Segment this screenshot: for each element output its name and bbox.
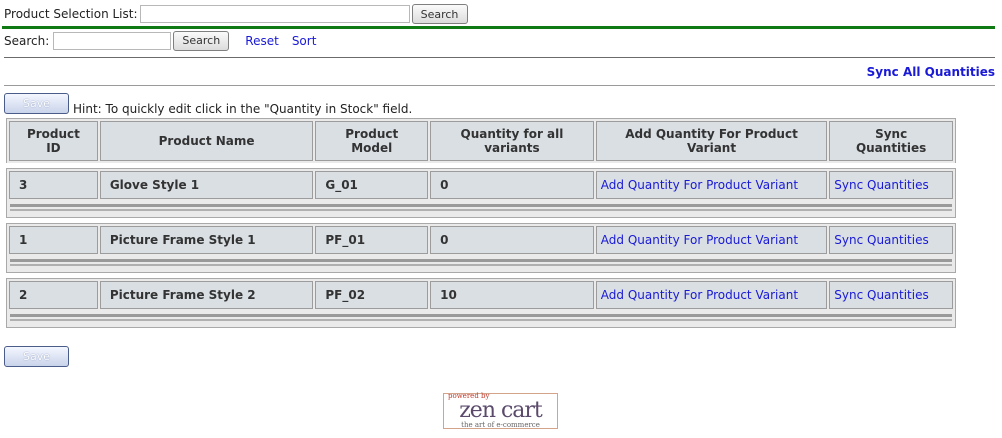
search-button[interactable]: Search <box>173 30 230 51</box>
add-quantity-link[interactable]: Add Quantity For Product Variant <box>601 233 798 247</box>
save-button-top[interactable]: Save <box>4 93 69 114</box>
table-header: Product ID Product Name Product Model Qu… <box>6 118 956 163</box>
quantity-cell[interactable]: 0 <box>430 171 594 199</box>
row-separator <box>8 310 954 326</box>
product-name-cell: Picture Frame Style 1 <box>99 226 314 254</box>
product-model-cell: G_01 <box>315 171 429 199</box>
product-selection-search-button[interactable]: Search <box>411 4 468 24</box>
add-quantity-cell: Add Quantity For Product Variant <box>595 171 828 199</box>
divider-line <box>4 57 995 58</box>
products-table: Product ID Product Name Product Model Qu… <box>6 118 956 328</box>
product-id-cell: 2 <box>9 281 98 309</box>
add-quantity-link[interactable]: Add Quantity For Product Variant <box>601 178 798 192</box>
sync-quantities-cell: Sync Quantities <box>829 171 953 199</box>
header-product-model: Product Model <box>315 121 429 161</box>
row-separator <box>8 200 954 216</box>
header-product-name: Product Name <box>99 121 314 161</box>
product-name-cell: Picture Frame Style 2 <box>99 281 314 309</box>
logo-tagline-text: the art of e-commerce <box>461 421 540 429</box>
product-name-cell: Glove Style 1 <box>99 171 314 199</box>
product-selection-label: Product Selection List: <box>4 7 138 21</box>
table-row: 2 Picture Frame Style 2 PF_02 10 Add Qua… <box>6 278 956 328</box>
product-model-cell: PF_01 <box>315 226 429 254</box>
search-input[interactable] <box>53 31 172 50</box>
quantity-cell[interactable]: 10 <box>430 281 594 309</box>
header-add-quantity: Add Quantity For Product Variant <box>595 121 828 161</box>
table-row: 3 Glove Style 1 G_01 0 Add Quantity For … <box>6 168 956 218</box>
sync-quantities-link[interactable]: Sync Quantities <box>834 178 928 192</box>
product-selection-input[interactable] <box>139 5 410 23</box>
product-id-cell: 1 <box>9 226 98 254</box>
zen-cart-logo: powered by zen cart the art of e-commerc… <box>443 393 558 429</box>
header-divider <box>2 26 995 29</box>
quantity-cell[interactable]: 0 <box>430 226 594 254</box>
header-sync-quantities: Sync Quantities <box>829 121 953 161</box>
sync-quantities-cell: Sync Quantities <box>829 226 953 254</box>
row-separator <box>8 255 954 271</box>
logo-brand-text: zen cart <box>459 398 543 423</box>
table-row: 1 Picture Frame Style 1 PF_01 0 Add Quan… <box>6 223 956 273</box>
header-quantity: Quantity for all variants <box>430 121 594 161</box>
search-label: Search: <box>4 33 50 48</box>
sync-quantities-link[interactable]: Sync Quantities <box>834 288 928 302</box>
add-quantity-cell: Add Quantity For Product Variant <box>595 281 828 309</box>
header-product-id: Product ID <box>9 121 98 161</box>
product-id-cell: 3 <box>9 171 98 199</box>
add-quantity-cell: Add Quantity For Product Variant <box>595 226 828 254</box>
sync-quantities-cell: Sync Quantities <box>829 281 953 309</box>
search-row: Search: Search Reset Sort <box>4 30 317 51</box>
add-quantity-link[interactable]: Add Quantity For Product Variant <box>601 288 798 302</box>
save-button-bottom[interactable]: Save <box>4 346 69 367</box>
product-selection-row: Product Selection List: Search <box>4 4 468 24</box>
product-model-cell: PF_02 <box>315 281 429 309</box>
reset-link[interactable]: Reset <box>245 34 279 48</box>
divider-line-2 <box>4 85 995 86</box>
hint-text: Hint: To quickly edit click in the "Quan… <box>73 102 413 116</box>
sync-all-quantities-link[interactable]: Sync All Quantities <box>867 65 995 79</box>
sort-link[interactable]: Sort <box>292 34 317 48</box>
sync-quantities-link[interactable]: Sync Quantities <box>834 233 928 247</box>
